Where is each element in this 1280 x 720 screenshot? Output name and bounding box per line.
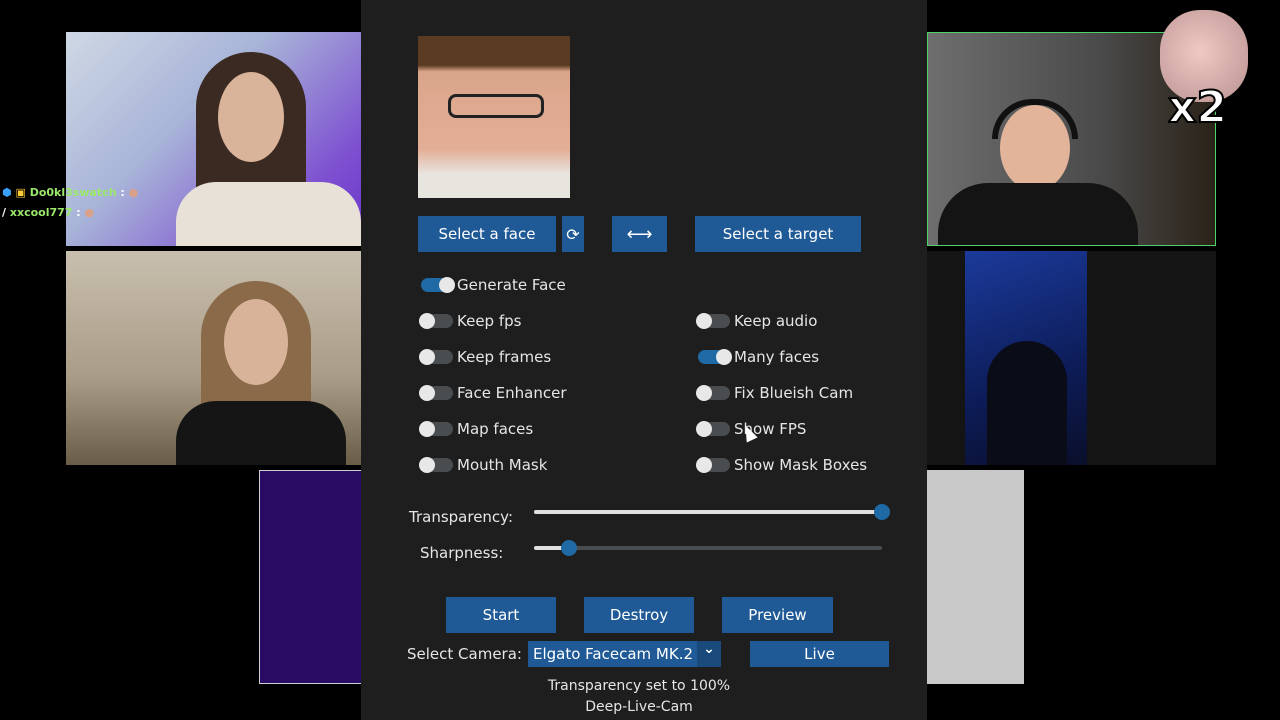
sharpness-slider[interactable] bbox=[534, 540, 882, 556]
video-tile-mid-left bbox=[66, 251, 361, 465]
overlay-multiplier-text: x2 bbox=[1168, 86, 1227, 130]
badge-icon: ▣ bbox=[15, 186, 26, 199]
mouth-mask-switch[interactable] bbox=[419, 457, 453, 473]
chat-message: ⬢ ▣ Do0kl3swatch : ● bbox=[2, 186, 138, 199]
camera-dropdown-value: Elgato Facecam MK.2 bbox=[533, 645, 694, 663]
destroy-button[interactable]: Destroy bbox=[584, 597, 694, 633]
video-tile-mid-right bbox=[927, 251, 1216, 465]
badge-icon: / bbox=[2, 206, 7, 219]
person-clothing bbox=[938, 183, 1138, 245]
emote-icon: ● bbox=[84, 206, 95, 219]
person-clothing bbox=[176, 401, 346, 465]
chat-username: xxcool777 bbox=[9, 206, 73, 219]
map-faces-label: Map faces bbox=[457, 420, 534, 438]
camera-dropdown[interactable]: Elgato Facecam MK.2 ⌄ bbox=[528, 641, 721, 667]
select-target-button[interactable]: Select a target bbox=[695, 216, 861, 252]
show-fps-switch[interactable] bbox=[696, 421, 730, 437]
live-button[interactable]: Live bbox=[750, 641, 889, 667]
generate-face-label: Generate Face bbox=[457, 276, 566, 294]
video-tile-top-left bbox=[66, 32, 361, 246]
badge-icon: ⬢ bbox=[2, 186, 12, 199]
sharpness-label: Sharpness: bbox=[420, 544, 504, 562]
face-enhancer-switch[interactable] bbox=[419, 385, 453, 401]
keep-audio-switch[interactable] bbox=[696, 313, 730, 329]
keep-frames-switch[interactable] bbox=[419, 349, 453, 365]
preview-button[interactable]: Preview bbox=[722, 597, 833, 633]
person-face bbox=[224, 299, 288, 385]
refresh-icon[interactable]: ⟳ bbox=[562, 216, 584, 252]
app-panel: Select a face ⟳ ⟷ Select a target Genera… bbox=[361, 0, 927, 720]
person-silhouette bbox=[987, 341, 1067, 465]
show-mask-boxes-label: Show Mask Boxes bbox=[734, 456, 868, 474]
app-name-label: Deep-Live-Cam bbox=[585, 699, 693, 715]
transparency-slider-handle[interactable] bbox=[874, 504, 890, 520]
select-face-button[interactable]: Select a face bbox=[418, 216, 556, 252]
chat-message: / xxcool777 : ● bbox=[2, 206, 94, 219]
transparency-label: Transparency: bbox=[409, 508, 514, 526]
face-enhancer-label: Face Enhancer bbox=[457, 384, 567, 402]
video-tile-bottom-left bbox=[259, 470, 361, 684]
swap-icon[interactable]: ⟷ bbox=[612, 216, 667, 252]
show-mask-boxes-switch[interactable] bbox=[696, 457, 730, 473]
transparency-slider-fill bbox=[534, 510, 882, 514]
map-faces-switch[interactable] bbox=[419, 421, 453, 437]
blue-light-video bbox=[965, 251, 1087, 465]
keep-audio-label: Keep audio bbox=[734, 312, 818, 330]
keep-frames-label: Keep frames bbox=[457, 348, 552, 366]
many-faces-switch[interactable] bbox=[698, 349, 732, 365]
chevron-down-icon[interactable]: ⌄ bbox=[697, 641, 721, 667]
person-clothing bbox=[176, 182, 361, 246]
chat-username: Do0kl3swatch bbox=[29, 186, 117, 199]
chat-separator: : bbox=[120, 186, 125, 199]
fix-blueish-cam-label: Fix Blueish Cam bbox=[734, 384, 854, 402]
start-button[interactable]: Start bbox=[446, 597, 556, 633]
glasses-icon bbox=[448, 94, 544, 118]
source-face-preview bbox=[418, 36, 570, 198]
emote-icon: ● bbox=[128, 186, 139, 199]
headset-icon bbox=[992, 99, 1078, 139]
sharpness-slider-handle[interactable] bbox=[560, 540, 577, 556]
generate-face-switch[interactable] bbox=[421, 277, 455, 293]
person-face bbox=[218, 72, 284, 162]
status-message: Transparency set to 100% bbox=[547, 678, 731, 694]
keep-fps-switch[interactable] bbox=[419, 313, 453, 329]
transparency-slider[interactable] bbox=[534, 504, 890, 520]
mouth-mask-label: Mouth Mask bbox=[457, 456, 548, 474]
keep-fps-label: Keep fps bbox=[457, 312, 522, 330]
many-faces-label: Many faces bbox=[734, 348, 820, 366]
chat-separator: : bbox=[76, 206, 81, 219]
fix-blueish-cam-switch[interactable] bbox=[696, 385, 730, 401]
select-camera-label: Select Camera: bbox=[407, 645, 522, 663]
video-tile-bottom-right bbox=[927, 470, 1024, 684]
